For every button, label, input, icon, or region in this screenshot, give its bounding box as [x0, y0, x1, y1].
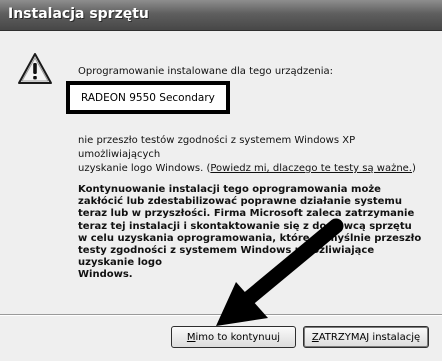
button-divider — [0, 314, 442, 316]
continue-anyway-button[interactable]: Mimo to kontynuuj — [171, 326, 296, 348]
stop-installation-button[interactable]: Z ATRZYMAJ instalację — [303, 326, 429, 348]
compat-line-2-prefix: uzyskanie logo Windows. ( — [78, 163, 211, 174]
device-name: RADEON 9550 Secondary — [81, 92, 215, 104]
title-bar[interactable]: Instalacja sprzętu — [0, 0, 442, 31]
warning-line: zakłócić lub zdestabilizować poprawne dz… — [78, 196, 402, 208]
why-tests-important-link[interactable]: Powiedz mi, dlaczego te testy są ważne. — [210, 163, 412, 174]
warning-line: testy zgodności z systemem Windows umożl… — [78, 245, 375, 269]
stop-label: ATRZYMAJ instalację — [318, 331, 421, 343]
warning-line: teraz tej instalacji i skontaktowanie si… — [78, 220, 412, 232]
warning-line: Kontynuowanie instalacji tego oprogramow… — [78, 184, 381, 195]
compat-line-1: nie przeszło testów zgodności z systemem… — [78, 135, 356, 160]
compat-line-2-suffix: ) — [412, 163, 416, 174]
warning-line: w celu uzyskania oprogramowania, które p… — [78, 232, 422, 244]
continue-label: imo to kontynuuj — [195, 331, 281, 343]
warning-icon — [18, 53, 52, 84]
device-name-highlight: RADEON 9550 Secondary — [66, 81, 230, 114]
window-title: Instalacja sprzętu — [8, 6, 149, 22]
warning-text: Kontynuowanie instalacji tego oprogramow… — [78, 184, 433, 282]
stop-mnemonic: Z — [311, 331, 319, 343]
compatibility-text: nie przeszło testów zgodności z systemem… — [78, 134, 430, 176]
warning-line: teraz lub w przyszłości. Firma Microsoft… — [78, 208, 415, 220]
warning-line: Windows. — [78, 269, 133, 281]
intro-text: Oprogramowanie instalowane dla tego urzą… — [78, 66, 334, 77]
continue-mnemonic: M — [186, 331, 196, 343]
